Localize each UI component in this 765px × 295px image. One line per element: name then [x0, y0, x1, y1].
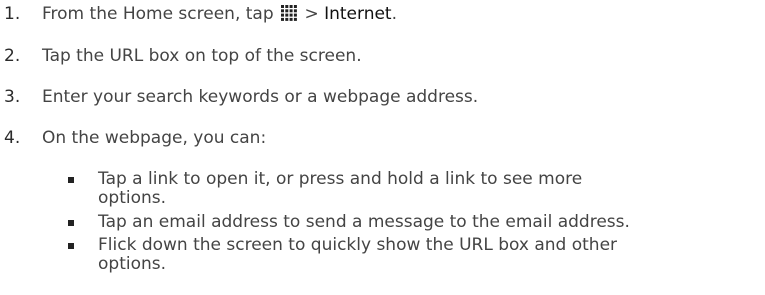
bullet-text: Flick down the screen to quickly show th…	[98, 236, 758, 274]
bullet-line: Tap an email address to send a message t…	[98, 212, 630, 232]
step-number: 4.	[4, 128, 21, 148]
bullet-line: Flick down the screen to quickly show th…	[98, 235, 618, 255]
apps-grid-icon	[281, 5, 297, 21]
step-number: 2.	[4, 46, 21, 66]
bullet-text: Tap a link to open it, or press and hold…	[98, 170, 758, 208]
step-text: From the Home screen, tap > Internet.	[42, 3, 397, 25]
bullet-line: options.	[98, 254, 167, 274]
step-text: Enter your search keywords or a webpage …	[42, 87, 479, 107]
step-number: 3.	[4, 87, 21, 107]
step-number: 1.	[4, 4, 21, 24]
step-text-before: From the Home screen, tap	[42, 4, 274, 24]
bullet-text: Tap an email address to send a message t…	[98, 213, 758, 232]
bullet-line: Tap a link to open it, or press and hold…	[98, 169, 583, 189]
bullet-line: options.	[98, 188, 167, 208]
step-separator: >	[304, 4, 319, 24]
step-text: Tap the URL box on top of the screen.	[42, 46, 362, 66]
step-text: On the webpage, you can:	[42, 128, 267, 148]
step-period: .	[391, 4, 398, 24]
internet-label: Internet	[324, 4, 392, 24]
bullet-marker	[68, 243, 74, 249]
bullet-marker	[68, 177, 74, 183]
bullet-marker	[68, 220, 74, 226]
